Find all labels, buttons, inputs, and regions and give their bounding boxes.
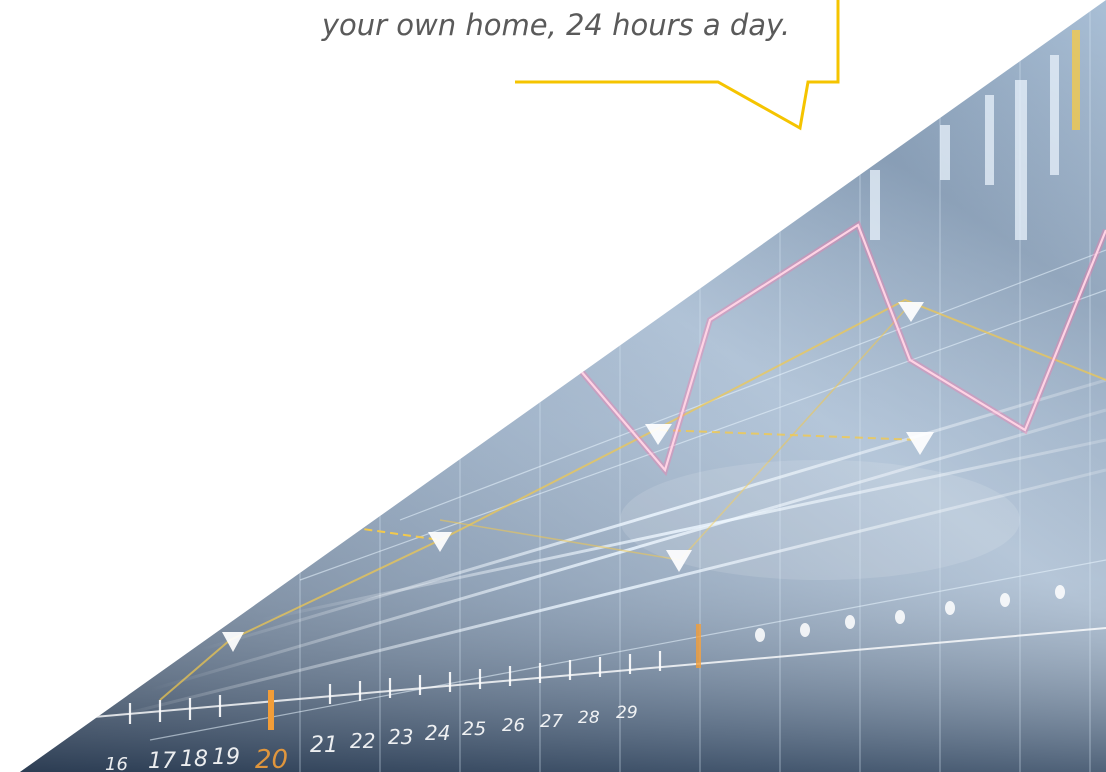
callout-bubble-outline	[515, 0, 840, 131]
callout-text: your own home, 24 hours a day.	[321, 8, 791, 42]
page: 16 17 18 19 20 21 22 23 24 25 26 27 28 2…	[0, 0, 1106, 772]
